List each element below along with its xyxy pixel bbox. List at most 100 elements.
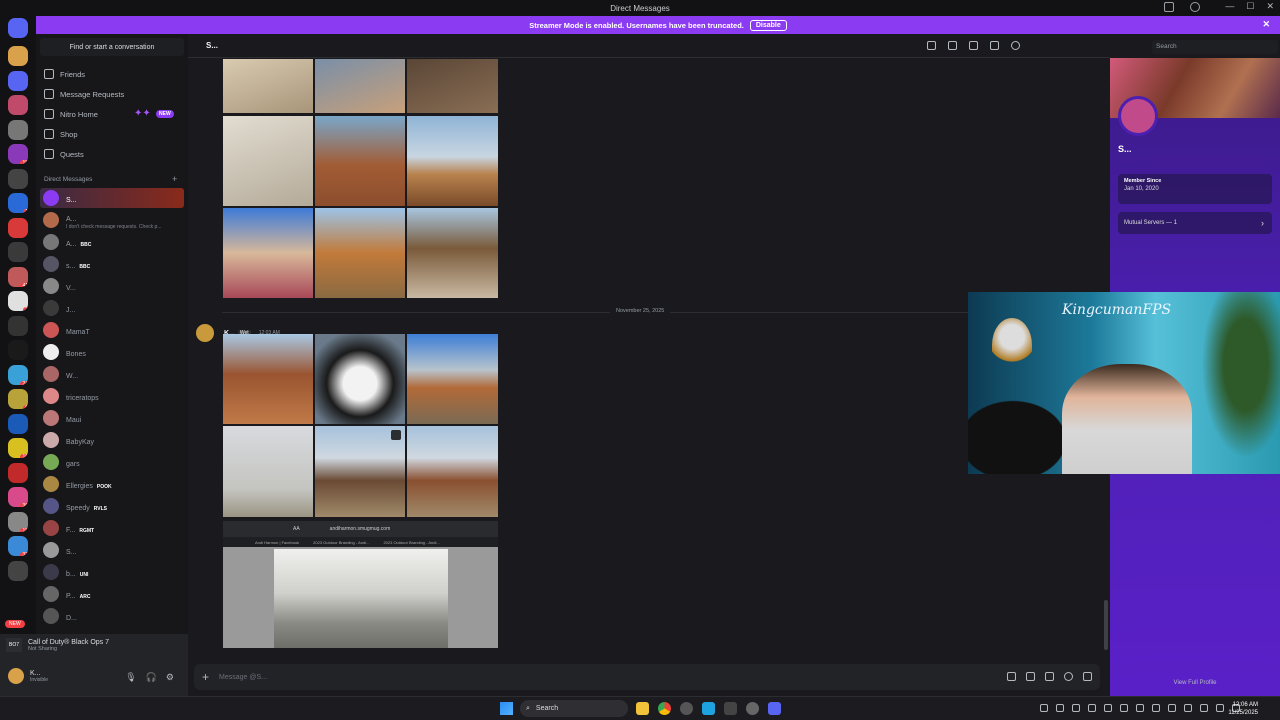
add-friends-icon[interactable]	[990, 41, 999, 50]
chrome-icon[interactable]	[658, 702, 671, 715]
server-icon[interactable]	[8, 70, 28, 91]
dm-row[interactable]: D...	[40, 606, 184, 626]
dm-row[interactable]: F... RGMT	[40, 518, 184, 538]
dm-row[interactable]: Ellergies POOK	[40, 474, 184, 494]
gif-icon[interactable]	[1026, 672, 1035, 681]
tray-icon[interactable]	[1040, 704, 1048, 712]
close-icon[interactable]: ✕	[1262, 19, 1270, 30]
dm-row[interactable]: V...	[40, 276, 184, 296]
activity-game[interactable]: BO7 Call of Duty® Black Ops 7 Not Sharin…	[6, 638, 109, 652]
current-user[interactable]: K... Invisible	[8, 668, 48, 684]
search-input[interactable]: Search	[1152, 40, 1278, 54]
gallery-image[interactable]	[223, 208, 313, 298]
discord-taskbar-icon[interactable]	[768, 702, 781, 715]
tray-icon[interactable]	[1168, 704, 1176, 712]
gallery-image[interactable]	[223, 116, 313, 206]
dm-row[interactable]: W...	[40, 364, 184, 384]
server-icon[interactable]	[8, 217, 28, 238]
nav-quests[interactable]: Quests	[44, 146, 84, 162]
server-icon[interactable]: 6	[8, 389, 28, 409]
gallery-image[interactable]	[315, 208, 405, 298]
gear-icon[interactable]: ⚙	[166, 672, 174, 683]
avatar[interactable]	[196, 324, 214, 342]
new-pill[interactable]: NEW	[5, 620, 25, 628]
dm-row[interactable]: Maui	[40, 408, 184, 428]
nav-shop[interactable]: Shop	[44, 126, 78, 142]
view-full-profile-link[interactable]: View Full Profile	[1110, 680, 1280, 686]
tray-icon[interactable]	[1072, 704, 1080, 712]
server-icon[interactable]: 32	[8, 536, 28, 556]
dm-row[interactable]: S...	[40, 188, 184, 208]
tray-icon[interactable]	[1088, 704, 1096, 712]
server-icon[interactable]	[8, 413, 28, 434]
headphones-icon[interactable]: 🎧	[146, 672, 157, 683]
gallery-image[interactable]	[223, 334, 313, 424]
dm-row[interactable]: s... BBC	[40, 254, 184, 274]
server-icon[interactable]	[8, 168, 28, 189]
taskbar-search[interactable]: ⌕ Search	[520, 700, 628, 717]
close-window-button[interactable]: ✕	[1266, 1, 1274, 12]
server-icon[interactable]	[8, 46, 28, 66]
gallery-image[interactable]	[223, 426, 313, 517]
tray-icon[interactable]	[1216, 704, 1224, 712]
dm-row[interactable]: MamaT	[40, 320, 184, 340]
dm-row[interactable]: Bones	[40, 342, 184, 362]
scrollbar[interactable]	[1104, 600, 1108, 650]
attachment-screenshot[interactable]: AA andiharmon.smugmug.com Andi Harmon | …	[223, 521, 498, 648]
app-icon[interactable]	[746, 702, 759, 715]
server-icon[interactable]: 18	[8, 144, 28, 164]
server-icon[interactable]: 24	[8, 364, 28, 385]
tray-icon[interactable]	[1056, 704, 1064, 712]
maximize-button[interactable]: ☐	[1246, 1, 1254, 12]
server-icon[interactable]	[8, 560, 28, 581]
gallery-image[interactable]	[407, 426, 498, 517]
server-icon[interactable]: 18	[8, 511, 28, 532]
find-conversation-input[interactable]: Find or start a conversation	[40, 38, 184, 56]
gallery-image[interactable]	[407, 334, 498, 424]
sticker-icon[interactable]	[1045, 672, 1054, 681]
gallery-image[interactable]	[315, 334, 405, 424]
create-dm-icon[interactable]: +	[172, 174, 177, 184]
server-icon[interactable]	[8, 315, 28, 336]
gallery-image[interactable]	[407, 208, 498, 298]
server-icon[interactable]	[8, 340, 28, 360]
server-icon[interactable]: 41	[8, 266, 28, 287]
video-icon[interactable]	[948, 41, 957, 50]
tray-icon[interactable]	[1152, 704, 1160, 712]
dm-row[interactable]: S...	[40, 540, 184, 560]
dm-row[interactable]: Speedy RVLS	[40, 496, 184, 516]
dm-row[interactable]: b... UNI	[40, 562, 184, 582]
tray-icon[interactable]	[1136, 704, 1144, 712]
dm-row[interactable]: J...	[40, 298, 184, 318]
delete-icon[interactable]	[391, 430, 401, 440]
file-explorer-icon[interactable]	[636, 702, 649, 715]
windows-start-icon[interactable]	[500, 702, 513, 715]
dm-row[interactable]: P... ARC	[40, 584, 184, 604]
profile-toggle-icon[interactable]	[1011, 41, 1020, 50]
app-icon[interactable]	[680, 702, 693, 715]
tray-icon[interactable]	[1104, 704, 1112, 712]
server-icon[interactable]: 30	[8, 487, 28, 507]
tray-icon[interactable]	[1120, 704, 1128, 712]
dm-row[interactable]: gars	[40, 452, 184, 472]
gallery-image[interactable]	[223, 59, 313, 113]
nav-message-requests[interactable]: Message Requests	[44, 86, 124, 102]
server-icon[interactable]: 16	[8, 438, 28, 458]
message-composer[interactable]: + Message @S...	[194, 664, 1100, 690]
server-icon[interactable]	[8, 119, 28, 140]
help-icon[interactable]	[1190, 2, 1200, 12]
gallery-image[interactable]	[407, 59, 498, 113]
dm-row[interactable]: A... BBC	[40, 232, 184, 252]
server-icon[interactable]	[8, 242, 28, 262]
microphone-icon[interactable]: 🎙	[125, 672, 136, 683]
inbox-icon[interactable]	[1164, 2, 1174, 12]
nav-nitro-home[interactable]: Nitro Home	[44, 106, 98, 122]
dm-row[interactable]: BabyKay	[40, 430, 184, 450]
server-icon[interactable]: 1	[8, 193, 28, 213]
nav-friends[interactable]: Friends	[44, 66, 85, 82]
pin-icon[interactable]	[969, 41, 978, 50]
add-attachment-icon[interactable]: +	[202, 670, 209, 684]
clock[interactable]: 12:06 AM 11/25/2025	[1228, 701, 1258, 717]
apps-icon[interactable]	[1083, 672, 1092, 681]
server-icon[interactable]: 3	[8, 291, 28, 311]
